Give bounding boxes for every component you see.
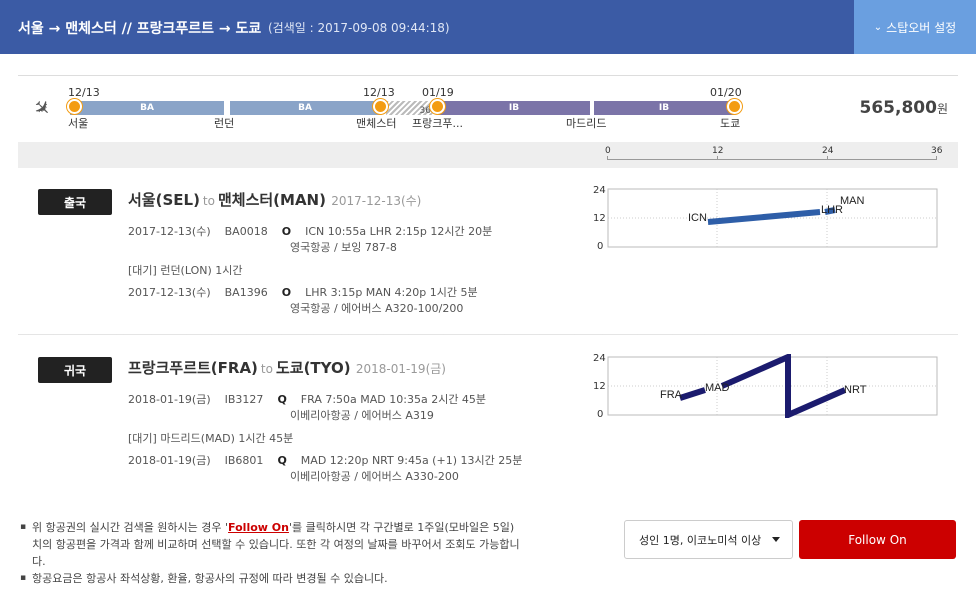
follow-on-link[interactable]: Follow On xyxy=(228,521,289,534)
leg-destination: 맨체스터(MAN) xyxy=(217,191,326,209)
layover-segment: 36 xyxy=(386,101,433,116)
notice-item: 위 항공권의 실시간 검색을 원하시는 경우 'Follow On'를 클릭하시… xyxy=(20,519,520,570)
axis-line xyxy=(607,159,937,160)
flight-row: 2017-12-13(수) BA1396 O LHR 3:15p MAN 4:2… xyxy=(128,284,478,300)
price-value: 565,800 xyxy=(859,98,937,118)
caret-down-icon xyxy=(772,537,780,542)
timeline-city: 도쿄 xyxy=(720,117,741,130)
axis-mark xyxy=(717,156,718,160)
timeline-stop-dot xyxy=(727,99,742,114)
flight-number: BA1396 xyxy=(224,286,268,299)
total-price: 565,800원 xyxy=(860,98,948,118)
flight-row: 2017-12-13(수) BA0018 O ICN 10:55a LHR 2:… xyxy=(128,223,492,239)
duration-axis: 0 12 24 36 xyxy=(18,142,958,168)
outbound-time-chart: 24 12 0 ICN LHR MAN xyxy=(590,185,940,252)
axis-mark xyxy=(936,156,937,160)
booking-class: Q xyxy=(277,393,287,406)
timeline-segment: IB xyxy=(438,101,590,115)
axis-mark xyxy=(607,156,608,160)
inbound-badge: 귀국 xyxy=(38,357,112,383)
flight-date: 2017-12-13(수) xyxy=(128,286,211,299)
flight-date: 2018-01-19(금) xyxy=(128,393,211,406)
outbound-badge: 출국 xyxy=(38,189,112,215)
route-title: 서울 → 맨체스터 // 프랑크푸르트 → 도쿄 xyxy=(18,21,262,37)
axis-tick-label: 0 xyxy=(605,146,611,156)
notice-item: 항공요금은 항공사 좌석상황, 환율, 항공사의 규정에 따라 변경될 수 있습… xyxy=(20,570,520,587)
timeline-segment: IB xyxy=(594,101,734,115)
flight-number: IB6801 xyxy=(224,454,264,467)
timeline-city: 런던 xyxy=(214,117,235,130)
axis-tick-label: 36 xyxy=(931,146,943,156)
inbound-chart-svg: FRA MAD NRT xyxy=(607,354,938,418)
flight-number: BA0018 xyxy=(224,225,268,238)
aircraft-info: 이베리아항공 / 에어버스 A330-200 xyxy=(290,470,459,483)
leg-to-word: to xyxy=(202,194,215,208)
price-currency: 원 xyxy=(936,102,948,116)
leg-destination: 도쿄(TYO) xyxy=(275,359,351,377)
flight-row: 2018-01-19(금) IB3127 Q FRA 7:50a MAD 10:… xyxy=(128,391,486,407)
select-value: 성인 1명, 이코노미석 이상 xyxy=(639,533,762,547)
aircraft-info: 영국항공 / 에어버스 A320-100/200 xyxy=(290,302,464,315)
timeline-segment: BA xyxy=(70,101,224,115)
axis-mark xyxy=(827,156,828,160)
chevron-down-icon: ⌄ xyxy=(873,21,883,33)
outbound-chart-svg: ICN LHR MAN xyxy=(607,188,938,248)
itinerary-timeline: ✈ BA BA 36 IB IB 12/13 12/13 01/19 01/20… xyxy=(18,76,958,142)
timeline-city: 서울 xyxy=(68,117,89,130)
axis-tick-label: 24 xyxy=(822,146,834,156)
airport-label: NRT xyxy=(844,384,867,396)
stopover-settings-button[interactable]: ⌄ 스탑오버 설정 xyxy=(854,0,976,54)
leg-date: 2018-01-19(금) xyxy=(355,362,446,376)
flight-date: 2018-01-19(금) xyxy=(128,454,211,467)
flight-date: 2017-12-13(수) xyxy=(128,225,211,238)
flight-detail: FRA 7:50a MAD 10:35a 2시간 45분 xyxy=(300,393,487,406)
flight-detail: MAD 12:20p NRT 9:45a (+1) 13시간 25분 xyxy=(300,454,523,467)
timeline-stop-dot xyxy=(430,99,445,114)
flight-number: IB3127 xyxy=(224,393,264,406)
leg-title: 서울(SEL) to 맨체스터(MAN) 2017-12-13(수) xyxy=(128,189,421,210)
inbound-time-chart: 24 12 0 FRA MAD NRT xyxy=(590,353,940,420)
layover-info: [대기] 런던(LON) 1시간 xyxy=(128,264,243,277)
flight-detail: LHR 3:15p MAN 4:20p 1시간 5분 xyxy=(305,286,478,299)
airport-label: MAN xyxy=(840,195,865,207)
leg-divider xyxy=(18,334,958,335)
leg-origin: 서울(SEL) xyxy=(128,191,200,209)
timeline-stop-dot xyxy=(67,99,82,114)
leg-date: 2017-12-13(수) xyxy=(331,194,422,208)
timeline-date: 12/13 xyxy=(68,86,100,99)
leg-title: 프랑크푸르트(FRA) to 도쿄(TYO) 2018-01-19(금) xyxy=(128,357,446,378)
timeline-city: 프랑크푸... xyxy=(412,117,463,130)
layover-info: [대기] 마드리드(MAD) 1시간 45분 xyxy=(128,432,294,445)
booking-class: O xyxy=(281,225,292,238)
booking-class: O xyxy=(281,286,292,299)
notice-text: 위 항공권의 실시간 검색을 원하시는 경우 ' xyxy=(32,521,229,534)
timeline-date: 01/20 xyxy=(710,86,742,99)
stopover-label: 스탑오버 설정 xyxy=(886,20,957,35)
plane-icon: ✈ xyxy=(27,93,57,123)
follow-on-button[interactable]: Follow On xyxy=(799,520,956,559)
results-header: 서울 → 맨체스터 // 프랑크푸르트 → 도쿄 (검색일 : 2017-09-… xyxy=(0,0,976,54)
aircraft-info: 이베리아항공 / 에어버스 A319 xyxy=(290,409,434,422)
booking-class: Q xyxy=(277,454,287,467)
timeline-segment: BA xyxy=(230,101,380,115)
notice-list: 위 항공권의 실시간 검색을 원하시는 경우 'Follow On'를 클릭하시… xyxy=(20,519,520,587)
timeline-date: 01/19 xyxy=(422,86,454,99)
flight-detail: ICN 10:55a LHR 2:15p 12시간 20분 xyxy=(305,225,493,238)
passenger-class-select[interactable]: 성인 1명, 이코노미석 이상 xyxy=(624,520,793,559)
aircraft-info: 영국항공 / 보잉 787-8 xyxy=(290,241,397,254)
axis-tick-label: 12 xyxy=(712,146,724,156)
timeline-city: 마드리드 xyxy=(566,117,607,130)
leg-origin: 프랑크푸르트(FRA) xyxy=(128,359,258,377)
timeline-date: 12/13 xyxy=(363,86,395,99)
timeline-stop-dot xyxy=(373,99,388,114)
flight-row: 2018-01-19(금) IB6801 Q MAD 12:20p NRT 9:… xyxy=(128,452,522,468)
search-date: (검색일 : 2017-09-08 09:44:18) xyxy=(268,21,450,35)
airport-label: ICN xyxy=(688,212,707,224)
airport-label: MAD xyxy=(705,382,730,394)
leg-to-word: to xyxy=(260,362,273,376)
timeline-city: 맨체스터 xyxy=(356,117,397,130)
airport-label: FRA xyxy=(660,389,683,401)
